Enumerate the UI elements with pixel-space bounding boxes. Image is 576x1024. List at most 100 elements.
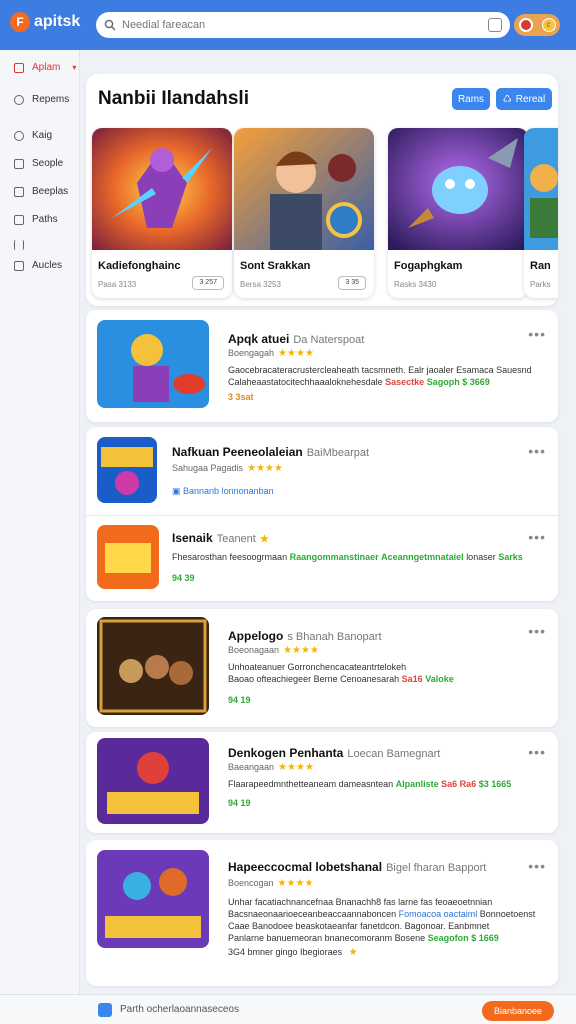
app-logo[interactable]: F apitsk: [10, 12, 80, 32]
notification-icon[interactable]: [518, 18, 533, 32]
account-actions[interactable]: c: [514, 14, 560, 36]
rating-row: Boengagah ★★★★: [228, 348, 314, 359]
app-description: Unhar facatiachnancefnaa Bnanachh8 fas l…: [228, 896, 546, 944]
desc-tag: Bonnoetoenst: [479, 909, 536, 919]
sidebar-item-label: Repems: [32, 94, 70, 105]
sidebar-item-beeplas[interactable]: Beeplas: [14, 186, 68, 197]
title-text: Denkogen Penhanta: [228, 746, 344, 760]
sidebar-item-aplam[interactable]: Aplam ▾: [14, 62, 76, 73]
more-options-icon[interactable]: •••: [528, 858, 546, 874]
featured-card[interactable]: Kadiefonghainc Pasa 3133 3 257: [92, 128, 232, 298]
sidebar-item-paths[interactable]: Paths: [14, 214, 58, 225]
coin-icon[interactable]: c: [541, 18, 556, 32]
footer-action-button[interactable]: Bianbanoee: [482, 1001, 554, 1021]
sidebar-item-aucles[interactable]: Aucles: [14, 260, 62, 271]
app-thumbnail: [97, 850, 209, 948]
sidebar-item-bars[interactable]: [14, 240, 24, 250]
title-text: Isenaik: [172, 531, 213, 545]
rereal-button[interactable]: ♺ Rereal: [496, 88, 552, 110]
get-button[interactable]: 3 35: [338, 276, 366, 290]
title-sub: Bigel fharan Bapport: [386, 862, 487, 874]
game-art-image: [234, 128, 374, 250]
desc-tag: lonaser: [466, 552, 496, 562]
sidebar-item-seople[interactable]: Seople: [14, 158, 63, 169]
rating-row: Sahugaa Pagadis ★★★★: [172, 463, 283, 474]
rating-label: Boeonagaan: [228, 645, 280, 655]
desc-line: Bacsnaeonaarioeceanbeaccaannaboncen: [228, 909, 397, 919]
star-rating-icon: ★★★★: [277, 878, 314, 889]
desc-line: Unhoateanuer Gorronchencacateantrtelokeh: [228, 662, 407, 672]
desc-tag: Sagoph: [426, 377, 460, 387]
footer-bar: Parth ocherlaoannaseceos Bianbanoee: [0, 994, 576, 1024]
chat-icon: [14, 158, 24, 169]
more-options-icon[interactable]: •••: [528, 623, 546, 639]
footer-text: Parth ocherlaoannaseceos: [120, 1004, 239, 1015]
rating-row: Boencogan ★★★★: [228, 878, 313, 889]
desc-tag: Raangommanstinaer: [289, 552, 379, 562]
sidebar-item-label: Aplam: [32, 62, 61, 73]
star-rating-icon: ★: [348, 947, 358, 958]
extra-info: 3G4 bmner gingo Ibegioraes ★: [228, 946, 546, 959]
app-title: Isenaik Teanent ★: [172, 531, 269, 545]
list-item[interactable]: Appelogo s Bhanah Banopart Boeonagaan ★★★★…: [86, 609, 558, 727]
get-button[interactable]: 3 257: [192, 276, 224, 290]
list-item[interactable]: Hapeeccocmal lobetshanal Bigel fharan Bap…: [86, 840, 558, 986]
sidebar-item-label: Paths: [32, 214, 58, 225]
sidebar: Aplam ▾ Repems Kaig Seople Beeplas Paths…: [0, 50, 80, 994]
featured-card[interactable]: Ran Parks: [524, 128, 558, 298]
link-text: Bannanb lonnonanban: [183, 486, 274, 496]
card-title: Fogaphgkam: [394, 260, 463, 272]
more-options-icon[interactable]: •••: [528, 443, 546, 459]
app-link[interactable]: ▣ Bannanb lonnonanban: [172, 485, 490, 497]
price-tag: $ 3669: [462, 377, 490, 387]
more-options-icon[interactable]: •••: [528, 326, 546, 342]
desc-line: Calaheaastatocitechhaaaloknehesdale: [228, 377, 383, 387]
star-rating-icon: ★: [259, 534, 269, 545]
list-item[interactable]: Denkogen Penhanta Loecan Bamegnart Baeang…: [86, 732, 558, 833]
desc-tag: Fomoacoa oactaiml: [398, 909, 478, 919]
app-thumbnail: [97, 320, 209, 408]
star-rating-icon: ★★★★: [247, 463, 283, 474]
app-title: Nafkuan Peeneolaleian BaiMbearpat: [172, 445, 369, 459]
title-text: Nafkuan Peeneolaleian: [172, 445, 303, 459]
grid-icon: ▣: [172, 486, 181, 496]
extra-info: 94 19: [228, 695, 251, 705]
chevron-down-icon: ▾: [72, 63, 77, 72]
search-input[interactable]: [122, 19, 488, 31]
app-title: Appelogo s Bhanah Banopart: [228, 629, 382, 643]
search-bar[interactable]: [96, 12, 510, 38]
title-sub: Da Naterspoat: [293, 334, 365, 346]
desc-line: Panlarne banuemeoran bnanecomoranm Bosen…: [228, 933, 426, 943]
sidebar-item-kaig[interactable]: Kaig: [14, 130, 52, 141]
title-text: Hapeeccocmal lobetshanal: [228, 860, 383, 874]
plus-icon: [14, 260, 24, 271]
app-thumbnail: [97, 738, 209, 824]
app-thumbnail: [97, 437, 157, 503]
more-options-icon[interactable]: •••: [528, 529, 546, 545]
price-tag: $3 1665: [478, 779, 512, 789]
app-icon: [14, 62, 24, 73]
card-title: Sont Srakkan: [240, 260, 311, 272]
title-sub: BaiMbearpat: [306, 447, 370, 459]
featured-card[interactable]: Fogaphgkam Rasks 3430: [388, 128, 528, 298]
desc-tag: Seagofon: [427, 933, 469, 943]
desc-line: Gaocebracateracrustercleaheath tacsmneth…: [228, 365, 532, 375]
featured-card[interactable]: Sont Srakkan Bersa 3253 3 35: [234, 128, 374, 298]
top-bar: F apitsk c: [0, 0, 576, 50]
game-art-image: [524, 128, 558, 250]
list-item[interactable]: Apqk atuei Da Naterspoat Boengagah ★★★★ Ga…: [86, 310, 558, 422]
more-options-icon[interactable]: •••: [528, 744, 546, 760]
card-meta: Pasa 3133: [98, 280, 137, 289]
scan-icon[interactable]: [488, 18, 502, 32]
desc-tag: Alpanliste: [395, 779, 439, 789]
desc-tag: Sa6 Ra6: [441, 779, 477, 789]
card-meta: Rasks 3430: [394, 280, 437, 289]
list-group: Nafkuan Peeneolaleian BaiMbearpat Sahugaa…: [86, 427, 558, 601]
rams-button[interactable]: Rams: [452, 88, 490, 110]
sidebar-item-label: Kaig: [32, 130, 53, 141]
star-rating-icon: ★★★★: [283, 645, 319, 656]
sidebar-item-repems[interactable]: Repems: [14, 94, 69, 105]
desc-tag: Valoke: [425, 674, 454, 684]
desc-line: Baoao ofteachiegeer Berne Cenoanesarah: [228, 674, 400, 684]
app-description: Flaarapeedmnthetteaneam dameasntean Alpa…: [228, 778, 546, 790]
